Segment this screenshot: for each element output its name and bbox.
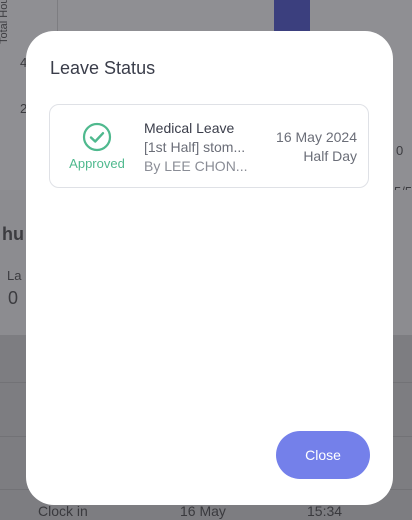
check-circle-icon <box>82 122 112 152</box>
screen: Total Hour 4 2 0 5/5 hu La 0 Clock in 16… <box>0 0 412 520</box>
leave-status: Approved <box>62 122 132 171</box>
leave-applicant: By LEE CHON... <box>144 158 248 174</box>
table-cell-time: 15:34 <box>307 503 343 519</box>
status-badge: Approved <box>69 156 125 171</box>
leave-duration: Half Day <box>303 148 357 164</box>
leave-date: 16 May 2024 <box>276 129 357 145</box>
background-section-heading: hu <box>2 224 24 244</box>
background-value: 0 <box>8 288 19 308</box>
leave-type: Medical Leave <box>144 120 235 136</box>
close-button[interactable]: Close <box>276 431 370 479</box>
leave-card[interactable]: Approved Medical Leave [1st Half] stom..… <box>49 104 369 188</box>
leave-date-info: 16 May 2024 Half Day <box>276 128 357 166</box>
chart-y-axis-label: Total Hour <box>0 0 10 44</box>
leave-reason: [1st Half] stom... <box>144 139 246 155</box>
table-cell-date: 16 May <box>180 503 226 519</box>
chart-bar <box>274 0 310 34</box>
leave-info: Medical Leave [1st Half] stom... By LEE … <box>144 119 264 176</box>
table-cell-type: Clock in <box>38 503 88 519</box>
background-label: La <box>7 268 22 283</box>
leave-status-modal: Leave Status Approved Medical Leave [1st… <box>26 31 393 505</box>
background-value-1: 0 <box>396 143 404 158</box>
modal-title: Leave Status <box>50 58 156 78</box>
